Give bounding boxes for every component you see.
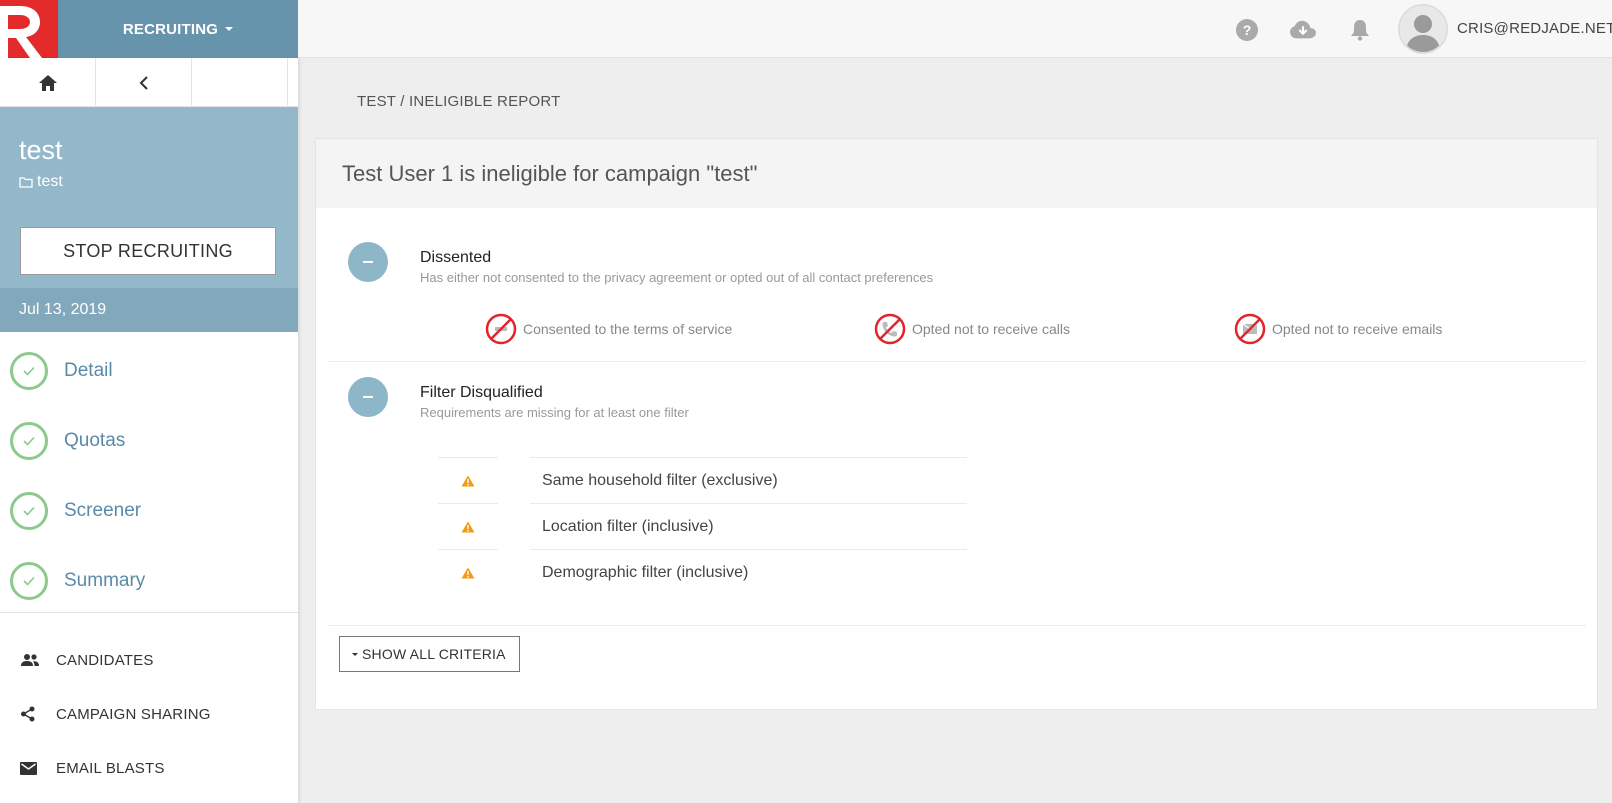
breadcrumb: TEST / INELIGIBLE REPORT bbox=[357, 93, 561, 110]
cloud-download-icon[interactable] bbox=[1290, 17, 1316, 43]
list-item: Demographic filter (inclusive) bbox=[438, 549, 968, 595]
filter-list: Same household filter (exclusive) Locati… bbox=[438, 457, 968, 595]
caret-down-icon bbox=[352, 652, 358, 656]
sidebar: test test STOP RECRUITING Jul 13, 2019 D… bbox=[0, 58, 299, 803]
divider bbox=[328, 625, 1586, 626]
sidebar-item-label: CAMPAIGN SHARING bbox=[56, 705, 211, 723]
step-quotas[interactable]: Quotas bbox=[0, 406, 298, 476]
list-item: Same household filter (exclusive) bbox=[438, 457, 968, 503]
avatar[interactable] bbox=[1398, 4, 1448, 54]
step-label: Quotas bbox=[64, 430, 126, 451]
step-label: Screener bbox=[64, 500, 142, 521]
reason-description: Has either not consented to the privacy … bbox=[420, 270, 934, 285]
consent-label: Opted not to receive calls bbox=[912, 321, 1070, 337]
show-all-label: SHOW ALL CRITERIA bbox=[362, 646, 506, 662]
collapse-button[interactable] bbox=[348, 377, 388, 417]
reason-filter-disqualified: Filter Disqualified Requirements are mis… bbox=[328, 377, 1586, 597]
sidebar-links: CANDIDATES CAMPAIGN SHARING EMAIL BLASTS bbox=[0, 613, 298, 795]
step-label: Detail bbox=[64, 360, 113, 381]
no-email-icon bbox=[1234, 313, 1266, 345]
sidebar-item-campaign-sharing[interactable]: CAMPAIGN SHARING bbox=[0, 687, 298, 741]
divider bbox=[328, 361, 1586, 362]
caret-down-icon bbox=[225, 27, 234, 31]
back-button[interactable] bbox=[96, 58, 192, 107]
consent-item-terms: Consented to the terms of service bbox=[485, 313, 732, 345]
share-icon bbox=[21, 706, 35, 722]
sidebar-nav-empty bbox=[192, 58, 288, 107]
minus-icon bbox=[363, 396, 373, 398]
filter-label: Same household filter (exclusive) bbox=[530, 457, 967, 503]
campaign-folder[interactable]: test bbox=[19, 173, 63, 191]
reason-description: Requirements are missing for at least on… bbox=[420, 405, 689, 420]
list-item: Location filter (inclusive) bbox=[438, 503, 968, 549]
sidebar-item-email-blasts[interactable]: EMAIL BLASTS bbox=[0, 741, 298, 795]
top-bar: RECRUITING ? CRIS@REDJADE.NET bbox=[0, 0, 1612, 58]
step-label: Summary bbox=[64, 570, 146, 591]
sidebar-item-candidates[interactable]: CANDIDATES bbox=[0, 633, 298, 687]
reason-title: Dissented bbox=[420, 249, 492, 266]
step-screener[interactable]: Screener bbox=[0, 476, 298, 546]
envelope-icon bbox=[20, 761, 37, 775]
warning-icon bbox=[461, 567, 475, 578]
user-email[interactable]: CRIS@REDJADE.NET bbox=[1457, 20, 1612, 37]
folder-icon bbox=[19, 177, 33, 188]
consent-label: Consented to the terms of service bbox=[523, 321, 733, 337]
check-circle-icon bbox=[10, 562, 48, 600]
consent-item-emails: Opted not to receive emails bbox=[1234, 313, 1442, 345]
campaign-date: Jul 13, 2019 bbox=[0, 288, 298, 332]
consent-item-calls: Opted not to receive calls bbox=[874, 313, 1070, 345]
sidebar-item-label: CANDIDATES bbox=[56, 651, 154, 669]
step-summary[interactable]: Summary bbox=[0, 546, 298, 616]
stop-recruiting-button[interactable]: STOP RECRUITING bbox=[20, 227, 276, 275]
warning-icon bbox=[461, 475, 475, 486]
chevron-left-icon bbox=[139, 75, 148, 90]
campaign-header: test test STOP RECRUITING bbox=[0, 107, 298, 288]
home-icon bbox=[38, 74, 57, 91]
consent-label: Opted not to receive emails bbox=[1272, 321, 1443, 337]
no-phone-icon bbox=[874, 313, 906, 345]
step-detail[interactable]: Detail bbox=[0, 336, 298, 406]
check-circle-icon bbox=[10, 492, 48, 530]
filter-label: Location filter (inclusive) bbox=[530, 503, 967, 549]
reason-title: Filter Disqualified bbox=[420, 384, 543, 401]
module-switcher[interactable]: RECRUITING bbox=[58, 0, 298, 58]
redjade-logo[interactable] bbox=[0, 0, 58, 58]
filter-label: Demographic filter (inclusive) bbox=[530, 549, 967, 595]
bell-icon[interactable] bbox=[1347, 17, 1373, 43]
module-label: RECRUITING bbox=[122, 20, 219, 38]
sidebar-nav bbox=[0, 58, 298, 107]
panel-title: Test User 1 is ineligible for campaign "… bbox=[316, 139, 1597, 208]
svg-text:?: ? bbox=[1243, 22, 1252, 38]
show-all-criteria-button[interactable]: SHOW ALL CRITERIA bbox=[339, 636, 520, 672]
campaign-steps: Detail Quotas Screener Summary bbox=[0, 332, 298, 613]
check-circle-icon bbox=[10, 422, 48, 460]
minus-icon bbox=[363, 261, 373, 263]
help-icon[interactable]: ? bbox=[1234, 17, 1260, 43]
folder-name: test bbox=[37, 173, 63, 190]
campaign-name: test bbox=[19, 135, 63, 165]
check-circle-icon bbox=[10, 352, 48, 390]
no-terms-icon bbox=[485, 313, 517, 345]
warning-icon bbox=[461, 521, 475, 532]
sidebar-item-label: EMAIL BLASTS bbox=[56, 759, 165, 777]
people-icon bbox=[21, 654, 39, 666]
reason-dissented: Dissented Has either not consented to th… bbox=[328, 242, 1586, 356]
ineligible-report-panel: Test User 1 is ineligible for campaign "… bbox=[315, 138, 1598, 710]
collapse-button[interactable] bbox=[348, 242, 388, 282]
home-button[interactable] bbox=[0, 58, 96, 107]
